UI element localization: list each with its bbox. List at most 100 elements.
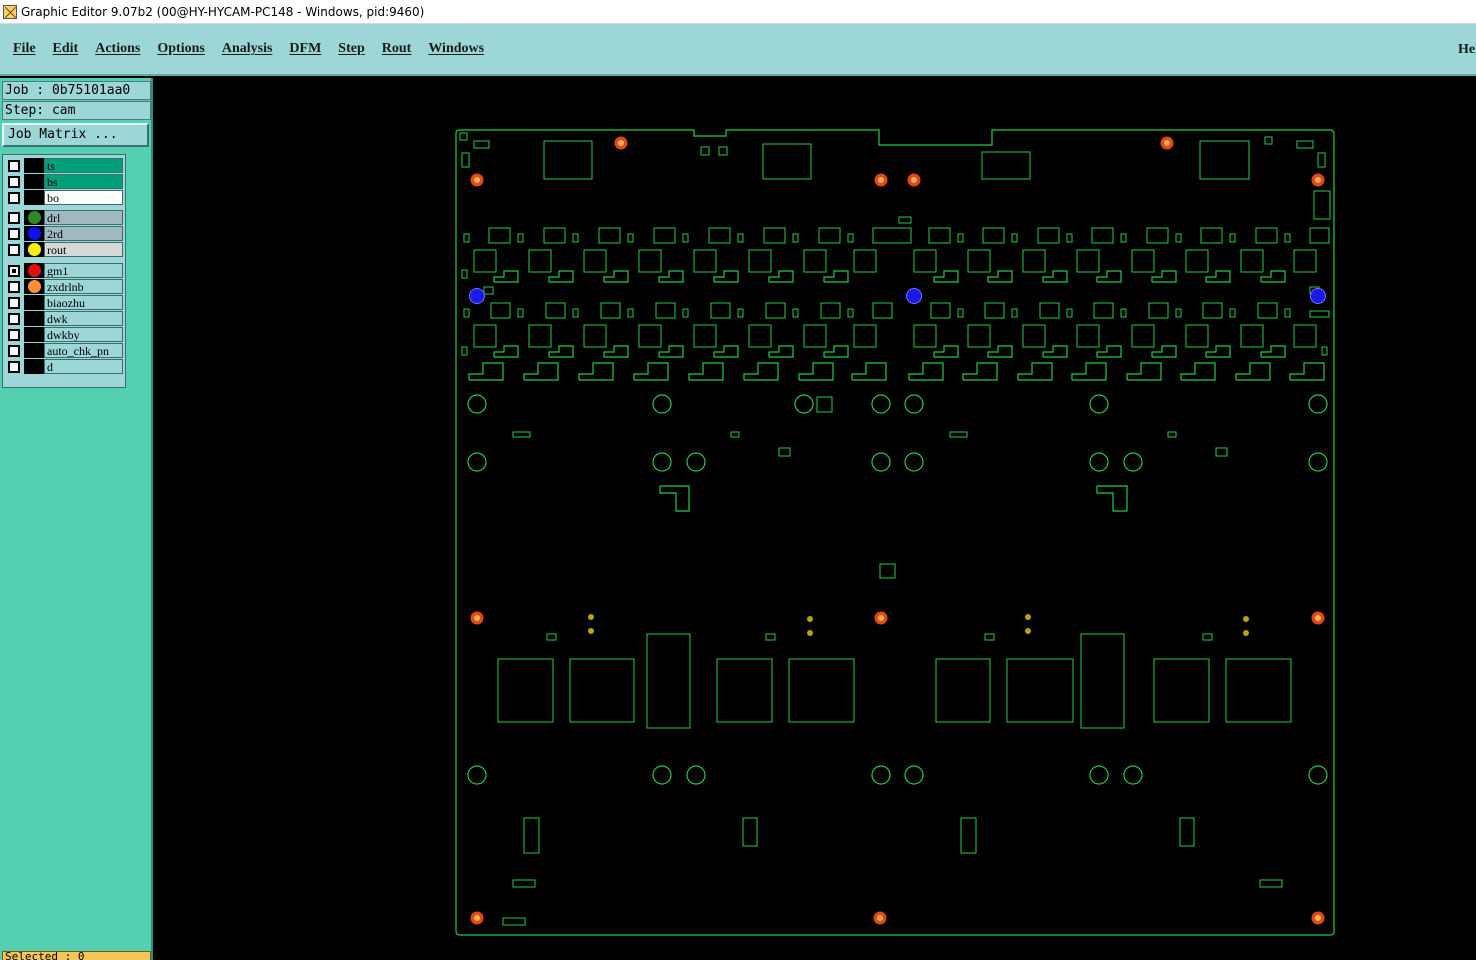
layer-color-swatch[interactable]	[24, 311, 44, 326]
pad-outline	[572, 233, 579, 243]
layer-row-zxdrlnb[interactable]: zxdrlnb	[5, 279, 123, 294]
layer-name[interactable]: dwk	[44, 311, 123, 326]
hole-outline	[1089, 452, 1109, 472]
pad-outline	[1309, 227, 1330, 244]
pad-outline	[853, 249, 877, 273]
layer-color-swatch[interactable]	[24, 210, 44, 225]
layer-color-swatch[interactable]	[24, 279, 44, 294]
layer-name[interactable]: d	[44, 359, 123, 374]
pad-outline	[935, 658, 991, 723]
layer-name[interactable]: drl	[44, 210, 123, 225]
layer-row-d[interactable]: d	[5, 359, 123, 374]
layer-color-dot-icon	[27, 227, 41, 240]
layer-row-gm1[interactable]: gm1	[5, 263, 123, 278]
layer-row-rout[interactable]: rout	[5, 242, 123, 257]
menu-edit[interactable]: Edit	[53, 41, 79, 57]
menu-dfm[interactable]: DFM	[289, 41, 321, 57]
outline-path	[578, 362, 614, 381]
layer-checkbox[interactable]	[8, 280, 20, 293]
outline-path	[1071, 362, 1107, 381]
pad-outline	[528, 324, 552, 348]
pad-outline	[981, 151, 1031, 180]
layer-name[interactable]: bs	[44, 174, 123, 189]
layer-color-swatch[interactable]	[24, 263, 44, 278]
graphics-canvas[interactable]	[155, 78, 1476, 960]
title-bar: Graphic Editor 9.07b2 (00@HY-HYCAM-PC148…	[0, 0, 1476, 24]
layer-row-2rd[interactable]: 2rd	[5, 226, 123, 241]
layer-color-swatch[interactable]	[24, 343, 44, 358]
menu-file[interactable]: File	[13, 41, 36, 57]
pad-outline	[1229, 308, 1236, 318]
layer-checkbox[interactable]	[8, 296, 20, 309]
layer-checkbox[interactable]	[8, 312, 20, 325]
layer-color-swatch[interactable]	[24, 158, 44, 173]
menu-help[interactable]: Help	[1458, 42, 1476, 58]
pad-outline	[913, 249, 937, 273]
layer-checkbox[interactable]	[8, 227, 20, 240]
layer-row-dwk[interactable]: dwk	[5, 311, 123, 326]
layer-name[interactable]: bo	[44, 190, 123, 205]
outline-path	[987, 345, 1013, 358]
layer-checkbox[interactable]	[8, 243, 20, 256]
layer-checkbox[interactable]	[8, 211, 20, 224]
layer-checkbox[interactable]	[8, 344, 20, 357]
hole-outline	[871, 394, 891, 414]
pad-outline	[1313, 190, 1331, 220]
pad-outline	[1153, 658, 1210, 723]
layer-color-swatch[interactable]	[24, 174, 44, 189]
layer-name[interactable]: ts	[44, 158, 123, 173]
layer-name[interactable]: auto_chk_pn	[44, 343, 123, 358]
hole-outline	[871, 452, 891, 472]
menu-analysis[interactable]: Analysis	[222, 41, 273, 57]
outline-path	[603, 345, 629, 358]
menu-step[interactable]: Step	[338, 41, 364, 57]
layer-name[interactable]: 2rd	[44, 226, 123, 241]
pad-outline	[700, 146, 710, 156]
pad-outline	[710, 302, 731, 319]
pad-outline	[1120, 233, 1127, 243]
layer-color-swatch[interactable]	[24, 242, 44, 257]
menu-windows[interactable]: Windows	[428, 41, 484, 57]
pad-outline	[967, 249, 991, 273]
outline-path	[658, 270, 684, 283]
fiducial-center	[618, 140, 624, 146]
layer-name[interactable]: rout	[44, 242, 123, 257]
layer-color-swatch[interactable]	[24, 190, 44, 205]
outline-path	[688, 362, 724, 381]
layer-name[interactable]: dwkby	[44, 327, 123, 342]
layer-color-swatch[interactable]	[24, 295, 44, 310]
board-view[interactable]	[155, 78, 1476, 960]
pad-outline	[483, 286, 494, 295]
outline-path	[1235, 362, 1271, 381]
layer-row-drl[interactable]: drl	[5, 210, 123, 225]
layer-row-bo[interactable]: bo	[5, 190, 123, 205]
menu-options[interactable]: Options	[157, 41, 204, 57]
hole-outline	[1123, 452, 1143, 472]
layer-name[interactable]: gm1	[44, 263, 123, 278]
layer-row-auto_chk_pn[interactable]: auto_chk_pn	[5, 343, 123, 358]
layer-row-bs[interactable]: bs	[5, 174, 123, 189]
layer-row-dwkby[interactable]: dwkby	[5, 327, 123, 342]
layer-name[interactable]: zxdrlnb	[44, 279, 123, 294]
layer-name[interactable]: biaozhu	[44, 295, 123, 310]
layer-color-swatch[interactable]	[24, 359, 44, 374]
menu-rout[interactable]: Rout	[382, 41, 412, 57]
pad-outline	[1309, 310, 1330, 318]
layer-checkbox[interactable]	[8, 328, 20, 341]
layer-checkbox[interactable]	[8, 264, 20, 277]
layer-row-biaozhu[interactable]: biaozhu	[5, 295, 123, 310]
layer-checkbox[interactable]	[8, 175, 20, 188]
layer-color-swatch[interactable]	[24, 327, 44, 342]
menu-actions[interactable]: Actions	[95, 41, 140, 57]
selected-count: Selected : 0	[2, 951, 151, 960]
job-matrix-button[interactable]: Job Matrix ...	[2, 123, 149, 147]
hole-outline	[1089, 394, 1109, 414]
outline-path	[768, 270, 794, 283]
layer-row-ts[interactable]: ts	[5, 158, 123, 173]
pad-outline	[1185, 324, 1209, 348]
layer-checkbox[interactable]	[8, 159, 20, 172]
layer-color-swatch[interactable]	[24, 226, 44, 241]
layer-checkbox[interactable]	[8, 360, 20, 373]
pad-outline	[627, 233, 634, 243]
layer-checkbox[interactable]	[8, 191, 20, 204]
